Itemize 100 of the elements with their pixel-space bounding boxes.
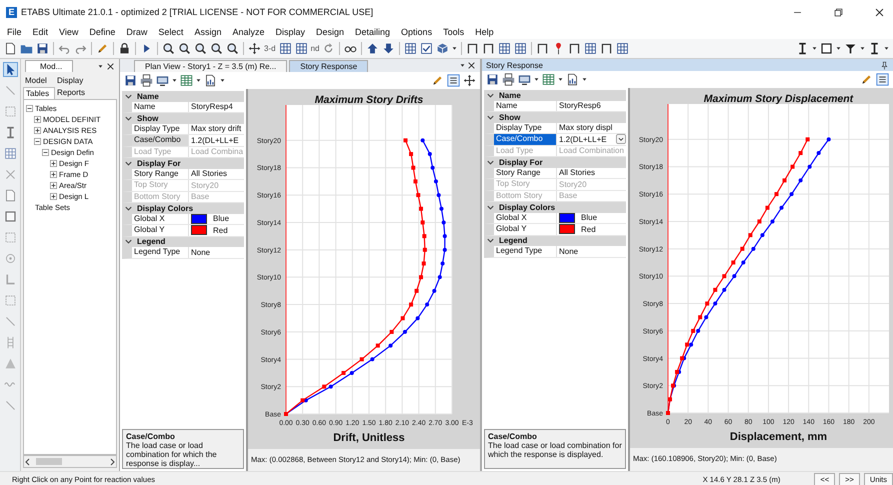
data-point[interactable] — [751, 246, 756, 251]
menu-item[interactable]: View — [59, 26, 78, 36]
menu-item[interactable]: Edit — [32, 26, 48, 36]
move-icon[interactable] — [248, 42, 261, 55]
close-icon[interactable] — [874, 6, 885, 18]
data-point[interactable] — [440, 262, 445, 266]
property-value[interactable]: Max story drift — [191, 124, 242, 134]
menu-item[interactable]: Assign — [194, 26, 222, 36]
data-point[interactable] — [442, 234, 447, 238]
menu-item[interactable]: Design — [316, 26, 344, 36]
menu-item[interactable]: Options — [401, 26, 432, 36]
color-swatch[interactable] — [191, 225, 207, 236]
table-icon[interactable] — [542, 73, 555, 86]
property-label[interactable]: Case/Combo — [132, 135, 189, 146]
data-point[interactable] — [428, 152, 432, 156]
move-icon[interactable] — [463, 74, 476, 87]
data-point[interactable] — [798, 178, 803, 182]
menu-item[interactable]: Define — [89, 26, 116, 36]
expand-icon[interactable] — [34, 116, 41, 123]
data-point[interactable] — [826, 137, 831, 142]
menu-item[interactable]: Analyze — [232, 26, 264, 36]
expand-icon[interactable] — [50, 182, 57, 189]
arrow-up-icon[interactable] — [366, 42, 380, 55]
data-point[interactable] — [388, 344, 393, 348]
data-point[interactable] — [770, 219, 774, 224]
cube-icon[interactable] — [436, 42, 450, 55]
arrow-down-icon[interactable] — [382, 42, 396, 55]
data-point[interactable] — [420, 138, 425, 142]
data-point[interactable] — [439, 206, 444, 211]
dropdown-button[interactable] — [616, 134, 626, 144]
grid-icon[interactable] — [498, 42, 512, 55]
data-point[interactable] — [425, 302, 430, 307]
pointer-icon[interactable] — [4, 63, 16, 76]
zoom-icon[interactable] — [226, 42, 239, 55]
property-label[interactable]: Story Range — [494, 168, 557, 178]
printer-icon[interactable] — [140, 74, 153, 87]
data-point[interactable] — [432, 288, 436, 293]
property-label[interactable]: Name — [494, 100, 557, 111]
data-point[interactable] — [816, 151, 821, 156]
data-point[interactable] — [780, 206, 784, 210]
data-point[interactable] — [436, 193, 441, 198]
frame-icon[interactable] — [600, 42, 614, 55]
section-header[interactable]: Legend — [122, 236, 244, 247]
property-label[interactable]: Name — [132, 102, 189, 112]
tab[interactable]: Model — [23, 75, 55, 86]
restore-icon[interactable] — [833, 6, 844, 18]
data-point[interactable] — [722, 288, 726, 292]
data-point[interactable] — [370, 357, 374, 362]
list-icon[interactable] — [447, 74, 460, 87]
save-icon[interactable] — [486, 73, 499, 86]
property-value[interactable]: StoryResp6 — [559, 101, 601, 110]
color-swatch[interactable] — [559, 224, 575, 234]
property-label[interactable]: Case/Combo — [494, 134, 557, 144]
grid-icon[interactable] — [616, 42, 630, 55]
data-point[interactable] — [680, 356, 684, 360]
property-value[interactable]: None — [191, 248, 210, 257]
property-label[interactable]: Global X — [494, 212, 557, 223]
property-label[interactable]: Display Type — [132, 124, 189, 134]
new-page-icon[interactable] — [4, 42, 17, 55]
property-value[interactable]: Red — [581, 224, 596, 234]
zoom-icon[interactable] — [194, 42, 207, 55]
data-point[interactable] — [442, 220, 446, 224]
frame-icon[interactable] — [482, 42, 496, 55]
document-tab[interactable]: Story Response — [289, 60, 368, 72]
menu-item[interactable]: Detailing — [355, 26, 390, 36]
menu-item[interactable]: Display — [275, 26, 305, 36]
property-label[interactable]: Global Y — [132, 225, 189, 236]
data-point[interactable] — [430, 166, 435, 170]
horizontal-scrollbar[interactable] — [23, 455, 117, 468]
property-value[interactable]: Red — [213, 226, 228, 235]
toolbar-button[interactable]: nd — [310, 44, 320, 53]
data-point[interactable] — [300, 398, 305, 402]
panel-tab[interactable]: Mod... — [25, 60, 74, 72]
grid-icon[interactable] — [294, 42, 308, 55]
menu-item[interactable]: Draw — [126, 26, 148, 36]
color-swatch[interactable] — [559, 212, 575, 223]
chevron-icon[interactable] — [124, 237, 133, 246]
save-icon[interactable] — [36, 42, 49, 55]
collapse-icon[interactable] — [42, 149, 49, 156]
property-value[interactable]: Max story displ — [559, 123, 612, 132]
list-icon[interactable] — [876, 73, 889, 86]
zoom-icon[interactable] — [210, 42, 223, 55]
data-point[interactable] — [416, 316, 420, 320]
zoom-icon[interactable] — [178, 42, 191, 55]
expand-icon[interactable] — [50, 160, 57, 167]
toolbar-button[interactable]: 3-d — [264, 44, 276, 53]
data-point[interactable] — [671, 384, 676, 388]
data-point[interactable] — [760, 233, 764, 238]
table-icon[interactable] — [180, 74, 193, 87]
pencil-icon[interactable] — [96, 42, 109, 55]
grid-icon[interactable] — [584, 42, 598, 55]
property-value[interactable]: None — [559, 246, 578, 256]
property-label[interactable]: Story Range — [132, 168, 189, 179]
data-point[interactable] — [675, 370, 680, 374]
property-value[interactable]: 1.2(DL+LL+E — [191, 136, 239, 145]
document-tab[interactable]: Plan View - Story1 - Z = 3.5 (m) Re... — [134, 60, 288, 72]
data-point[interactable] — [808, 164, 812, 169]
section-header[interactable]: Show — [484, 112, 626, 122]
data-point[interactable] — [434, 179, 438, 184]
data-point[interactable] — [696, 328, 700, 333]
